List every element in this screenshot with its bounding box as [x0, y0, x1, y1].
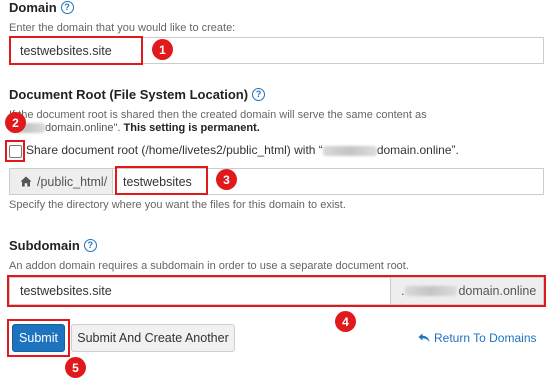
annotation-badge-4: 4 [335, 311, 356, 332]
annotation-badge-1: 1 [152, 39, 173, 60]
document-root-note-line1: If the document root is shared then the … [9, 109, 427, 121]
domain-help-text: Enter the domain that you would like to … [9, 22, 236, 34]
subdomain-section-label: Subdomain ? [9, 238, 97, 253]
domain-section-label: Domain ? [9, 0, 74, 15]
document-root-prefix-text: /public_html/ [37, 174, 108, 189]
redacted-text [322, 145, 377, 156]
subdomain-suffix-start: . [401, 284, 405, 298]
document-root-path-value: testwebsites [123, 174, 192, 189]
submit-and-create-another-button[interactable]: Submit And Create Another [71, 324, 235, 352]
share-label-start: Share document root (/home/livetes2/publ… [26, 143, 323, 157]
document-root-note-line2: domain.online". This setting is permanen… [9, 122, 260, 134]
document-root-path-input[interactable]: testwebsites [112, 168, 544, 195]
help-circle-icon[interactable]: ? [83, 239, 97, 252]
help-circle-icon[interactable]: ? [252, 88, 266, 101]
subdomain-help-text: An addon domain requires a subdomain in … [9, 260, 409, 272]
document-root-section-label: Document Root (File System Location) ? [9, 87, 266, 102]
annotation-badge-3: 3 [216, 169, 237, 190]
redacted-text [405, 286, 458, 296]
note-domain-suffix: domain.online". [45, 122, 121, 134]
submit-button[interactable]: Submit [12, 324, 65, 352]
document-root-prefix: /public_html/ [9, 168, 113, 195]
return-to-domains-label: Return To Domains [434, 331, 537, 345]
help-circle-icon[interactable]: ? [60, 1, 74, 14]
share-document-root-label[interactable]: Share document root (/home/livetes2/publ… [26, 143, 459, 157]
return-to-domains-link[interactable]: Return To Domains [418, 331, 537, 345]
subdomain-label: Subdomain [9, 238, 80, 253]
share-document-root-checkbox[interactable] [9, 145, 22, 158]
share-label-end: domain.online”. [376, 143, 459, 157]
subdomain-suffix: . domain.online [390, 277, 544, 305]
subdomain-input[interactable]: testwebsites.site [9, 277, 391, 305]
domain-input[interactable]: testwebsites.site [9, 37, 544, 64]
subdomain-input-value: testwebsites.site [20, 284, 112, 298]
document-root-path-help: Specify the directory where you want the… [9, 199, 346, 211]
note-permanent-warning: This setting is permanent. [123, 122, 260, 134]
domain-label: Domain [9, 0, 57, 15]
return-arrow-icon [418, 333, 430, 342]
document-root-label: Document Root (File System Location) [9, 87, 249, 102]
subdomain-suffix-end: domain.online [458, 284, 537, 298]
home-icon [20, 176, 32, 187]
annotation-badge-5: 5 [65, 357, 86, 378]
create-domain-form: Domain ? Enter the domain that you would… [0, 0, 560, 388]
domain-input-value: testwebsites.site [20, 43, 112, 58]
annotation-badge-2: 2 [5, 112, 26, 133]
